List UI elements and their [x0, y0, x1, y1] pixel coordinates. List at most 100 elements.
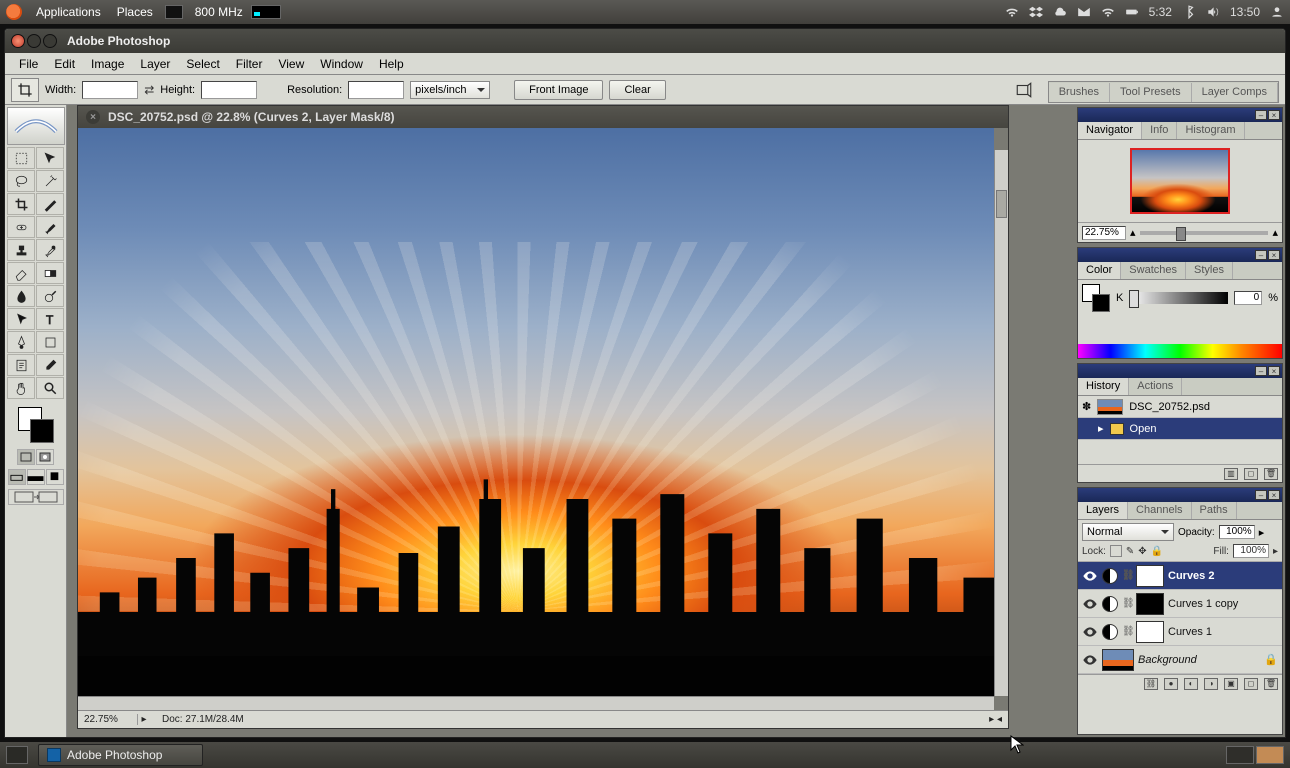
tab-histogram[interactable]: Histogram [1177, 122, 1244, 139]
navigator-thumbnail[interactable] [1130, 148, 1230, 214]
tab-swatches[interactable]: Swatches [1121, 262, 1186, 279]
menu-edit[interactable]: Edit [46, 57, 83, 71]
visibility-icon[interactable] [1082, 568, 1098, 584]
swap-dimensions-icon[interactable]: ⇄ [144, 83, 154, 97]
color-k-value[interactable]: 0 [1234, 291, 1262, 305]
menu-help[interactable]: Help [371, 57, 412, 71]
lasso-tool-icon[interactable] [7, 170, 35, 192]
menu-file[interactable]: File [11, 57, 46, 71]
front-image-button[interactable]: Front Image [514, 80, 603, 100]
mail-icon[interactable] [1077, 5, 1091, 19]
layer-row[interactable]: Background 🔒 [1078, 646, 1282, 674]
panel-close-icon[interactable]: × [1268, 366, 1280, 376]
adjustment-new-icon[interactable]: ◑ [1204, 678, 1218, 690]
navigator-zoom-field[interactable]: 22.75% [1082, 226, 1126, 240]
path-select-tool-icon[interactable] [7, 308, 35, 330]
bluetooth-icon[interactable] [1182, 5, 1196, 19]
panel-close-icon[interactable]: × [1268, 110, 1280, 120]
go-to-bridge-icon[interactable] [1010, 79, 1038, 101]
link-icon[interactable]: ⛓ [1122, 598, 1132, 609]
menu-image[interactable]: Image [83, 57, 132, 71]
healing-tool-icon[interactable] [7, 216, 35, 238]
type-tool-icon[interactable]: T [36, 308, 64, 330]
zoom-in-icon[interactable]: ▴ [1272, 226, 1278, 239]
delete-state-icon[interactable]: 🗑 [1264, 468, 1278, 480]
link-icon[interactable]: ⛓ [1122, 570, 1132, 581]
quickmask-mode-icon[interactable] [36, 449, 54, 465]
lock-all-icon[interactable]: 🔒 [1151, 546, 1163, 557]
tab-styles[interactable]: Styles [1186, 262, 1233, 279]
vertical-scrollbar[interactable] [994, 150, 1008, 696]
layer-row[interactable]: ⛓ Curves 2 [1078, 562, 1282, 590]
layer-mask-thumb[interactable] [1136, 621, 1164, 643]
group-icon[interactable]: ▣ [1224, 678, 1238, 690]
blend-mode-select[interactable]: Normal [1082, 523, 1174, 541]
screen-full-icon[interactable]: ■ [46, 469, 64, 485]
history-brush-tool-icon[interactable] [36, 239, 64, 261]
tab-history[interactable]: History [1078, 378, 1129, 395]
visibility-icon[interactable] [1082, 624, 1098, 640]
blur-tool-icon[interactable] [7, 285, 35, 307]
window-close-button[interactable] [11, 34, 25, 48]
show-desktop-icon[interactable] [6, 746, 28, 764]
notes-tool-icon[interactable] [7, 354, 35, 376]
panel-close-icon[interactable]: × [1268, 250, 1280, 260]
layer-style-icon[interactable]: ● [1164, 678, 1178, 690]
layer-row[interactable]: ⛓ Curves 1 [1078, 618, 1282, 646]
lock-position-icon[interactable]: ✥ [1138, 546, 1146, 557]
tab-channels[interactable]: Channels [1128, 502, 1191, 519]
hand-tool-icon[interactable] [7, 377, 35, 399]
lock-transparency-icon[interactable] [1110, 545, 1122, 557]
visibility-icon[interactable] [1082, 596, 1098, 612]
history-brush-source-icon[interactable]: ✽ [1082, 400, 1091, 413]
wifi-icon[interactable] [1005, 5, 1019, 19]
window-minimize-button[interactable] [27, 34, 41, 48]
width-input[interactable] [82, 81, 138, 99]
navigator-zoom-slider[interactable] [1140, 231, 1269, 235]
fill-flyout-icon[interactable]: ▸ [1273, 546, 1278, 557]
menu-select[interactable]: Select [178, 57, 227, 71]
history-step-row[interactable]: ▸ Open [1078, 418, 1282, 440]
tab-info[interactable]: Info [1142, 122, 1177, 139]
link-icon[interactable]: ⛓ [1122, 626, 1132, 637]
tab-brushes[interactable]: Brushes [1049, 83, 1110, 102]
dodge-tool-icon[interactable] [36, 285, 64, 307]
move-tool-icon[interactable] [36, 147, 64, 169]
slice-tool-icon[interactable] [36, 193, 64, 215]
workspace-switcher[interactable] [1226, 746, 1284, 764]
dropbox-icon[interactable] [1029, 5, 1043, 19]
horizontal-scrollbar[interactable] [78, 696, 994, 710]
wand-tool-icon[interactable] [36, 170, 64, 192]
document-close-icon[interactable]: × [86, 110, 100, 124]
height-input[interactable] [201, 81, 257, 99]
panel-minimize-icon[interactable]: – [1255, 366, 1267, 376]
lock-image-icon[interactable]: ✎ [1126, 546, 1134, 557]
layer-mask-thumb[interactable] [1136, 593, 1164, 615]
menu-view[interactable]: View [270, 57, 312, 71]
panel-close-icon[interactable]: × [1268, 490, 1280, 500]
gradient-tool-icon[interactable] [36, 262, 64, 284]
doc-info[interactable]: Doc: 27.1M/28.4M [150, 714, 244, 725]
volume-icon[interactable] [1206, 5, 1220, 19]
panel-minimize-icon[interactable]: – [1255, 110, 1267, 120]
eyedropper-tool-icon[interactable] [36, 354, 64, 376]
fill-field[interactable]: 100% [1233, 544, 1269, 558]
new-document-from-state-icon[interactable]: ▥ [1224, 468, 1238, 480]
standard-mode-icon[interactable] [17, 449, 35, 465]
tab-paths[interactable]: Paths [1192, 502, 1237, 519]
tool-preset-icon[interactable] [11, 78, 39, 102]
zoom-field[interactable]: 22.75% [78, 714, 138, 725]
network-icon[interactable] [1101, 5, 1115, 19]
eraser-tool-icon[interactable] [7, 262, 35, 284]
layer-name[interactable]: Curves 1 copy [1168, 598, 1238, 610]
screen-full-menubar-icon[interactable]: ▬ [27, 469, 45, 485]
user-icon[interactable] [1270, 5, 1284, 19]
panel-minimize-icon[interactable]: – [1255, 490, 1267, 500]
new-snapshot-icon[interactable]: ◻ [1244, 468, 1258, 480]
window-titlebar[interactable]: Adobe Photoshop [5, 29, 1285, 53]
tab-layers[interactable]: Layers [1078, 502, 1128, 519]
window-maximize-button[interactable] [43, 34, 57, 48]
layer-name[interactable]: Curves 1 [1168, 626, 1212, 638]
opacity-flyout-icon[interactable]: ▸ [1259, 526, 1265, 539]
link-layers-icon[interactable]: ⛓ [1144, 678, 1158, 690]
